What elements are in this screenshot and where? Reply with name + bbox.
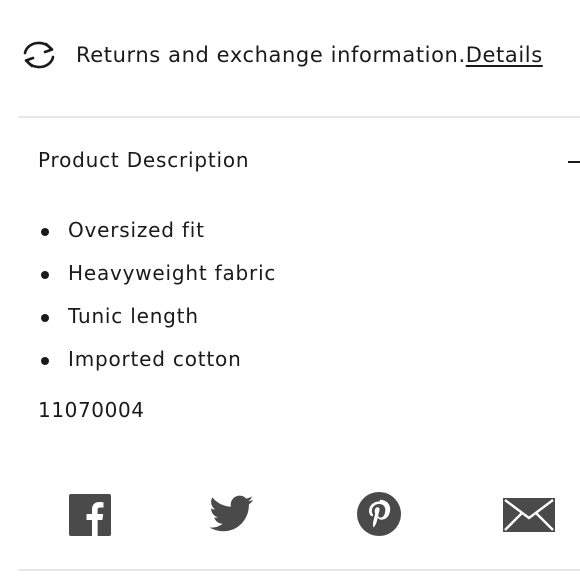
bullet-icon (41, 314, 49, 322)
returns-info: Returns and exchange information. Detail… (18, 36, 543, 74)
product-description-title: Product Description (38, 148, 250, 172)
product-sku: 11070004 (38, 398, 145, 422)
divider-bottom (18, 569, 580, 571)
product-info-panel: Returns and exchange information. Detail… (0, 0, 580, 580)
details-link[interactable]: Details (466, 43, 543, 67)
list-item: Imported cotton (38, 339, 276, 382)
list-item: Oversized fit (38, 210, 276, 253)
bullet-icon (41, 228, 49, 236)
twitter-icon[interactable] (210, 495, 254, 533)
list-item-text: Heavyweight fabric (68, 261, 277, 285)
list-item-text: Tunic length (68, 304, 199, 328)
returns-text: Returns and exchange information. (76, 43, 466, 67)
product-description-toggle[interactable]: Product Description (38, 140, 580, 180)
pinterest-icon[interactable] (357, 492, 401, 536)
list-item-text: Imported cotton (68, 347, 242, 371)
list-item: Heavyweight fabric (38, 253, 276, 296)
list-item-text: Oversized fit (68, 218, 205, 242)
share-bar (0, 490, 580, 540)
refresh-exchange-icon (18, 36, 60, 74)
minus-collapse-icon (568, 161, 580, 163)
product-description-list: Oversized fit Heavyweight fabric Tunic l… (38, 210, 276, 382)
list-item: Tunic length (38, 296, 276, 339)
divider-top (18, 116, 580, 118)
bullet-icon (41, 357, 49, 365)
bullet-icon (41, 271, 49, 279)
facebook-icon[interactable] (69, 494, 111, 536)
email-icon[interactable] (503, 498, 555, 532)
